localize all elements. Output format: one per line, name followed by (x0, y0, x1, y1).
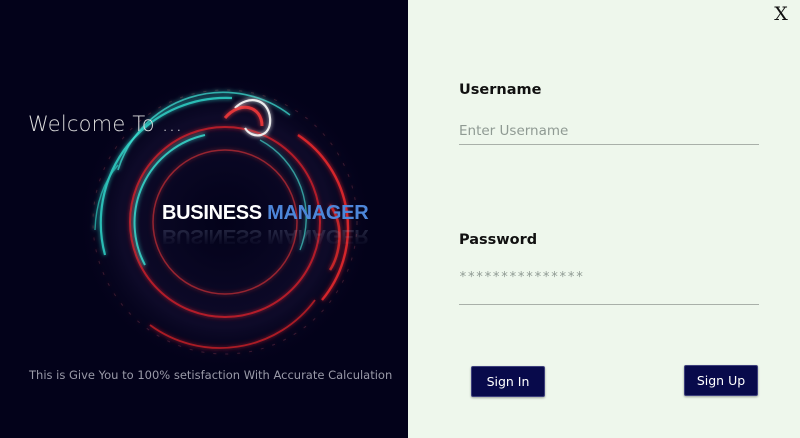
logo-reflection-word1: BUSINESS (162, 225, 262, 247)
password-value: *************** (459, 270, 584, 285)
welcome-heading: Welcome To ... (28, 112, 183, 136)
logo-reflection: BUSINESS MANAGER (162, 224, 368, 247)
password-label: Password (459, 232, 538, 248)
sign-in-button[interactable]: Sign In (471, 366, 545, 397)
logo-word-business: BUSINESS (162, 202, 262, 224)
logo-word-manager: MANAGER (267, 202, 369, 224)
username-input[interactable] (459, 118, 759, 145)
tagline-text: This is Give You to 100% setisfaction Wi… (29, 368, 393, 382)
sign-up-button[interactable]: Sign Up (684, 365, 758, 396)
username-label: Username (459, 82, 542, 98)
close-button[interactable]: X (770, 3, 792, 25)
welcome-panel: Welcome To ... BUSINESS MANAGER BUSINESS… (0, 0, 408, 438)
app-logo: BUSINESS MANAGER (162, 202, 369, 225)
logo-reflection-word2: MANAGER (267, 225, 369, 247)
